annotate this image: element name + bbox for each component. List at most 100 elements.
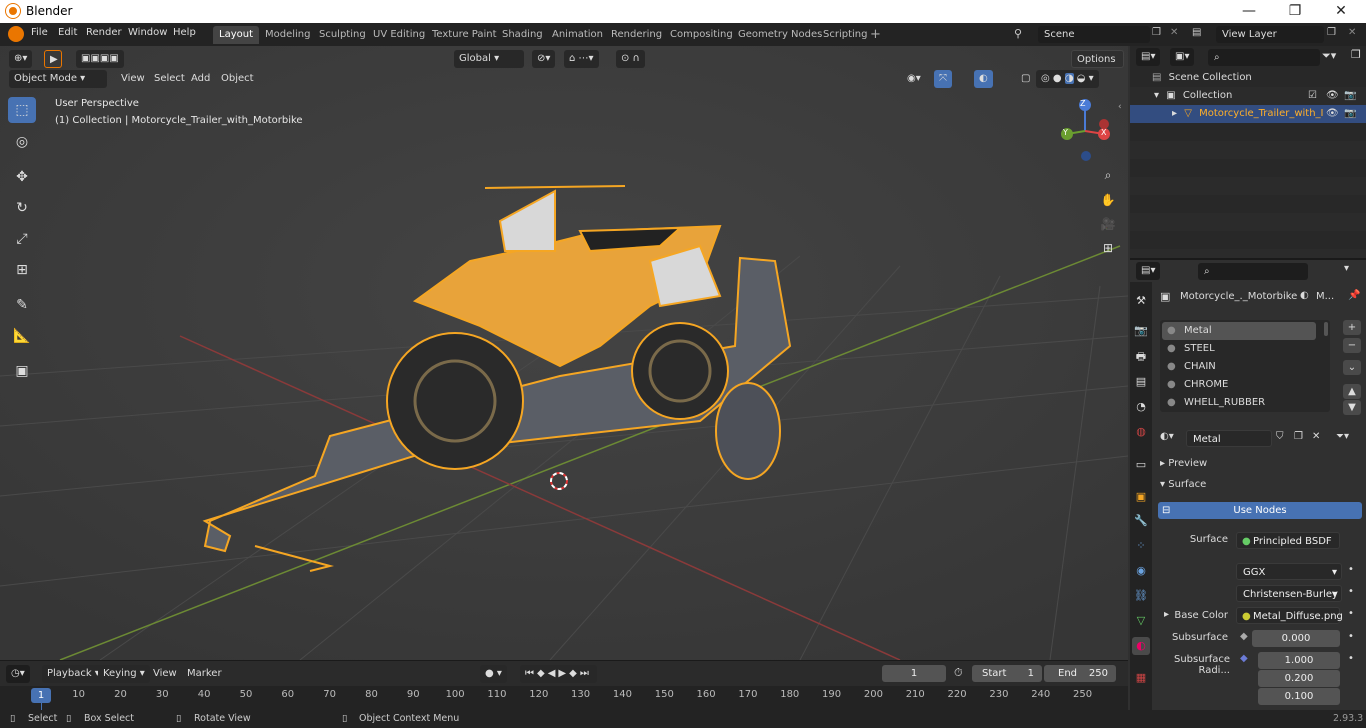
physics-tab-icon[interactable]: ◉ — [1132, 562, 1150, 580]
subsurface-radius-y[interactable]: 0.200 — [1258, 670, 1340, 687]
play-icon[interactable]: ▶ — [558, 668, 569, 679]
pin-icon[interactable]: 📌 — [1348, 290, 1360, 301]
new-collection-icon[interactable]: ❐ — [1351, 48, 1361, 61]
viewport-menu-object[interactable]: Object — [216, 70, 259, 88]
start-frame-field[interactable]: Start 1 — [972, 665, 1042, 682]
texture-tab-icon[interactable]: ▦ — [1132, 669, 1150, 687]
outliner-object-row[interactable]: ▸ ▽ Motorcycle_Trailer_with_I 👁 📷 — [1130, 105, 1366, 123]
end-frame-field[interactable]: End 250 — [1044, 665, 1116, 682]
collection-expand-icon[interactable]: ▾ — [1154, 90, 1159, 101]
add-cube-tool-icon[interactable]: ▣ — [8, 358, 36, 384]
pan-icon[interactable]: ✋ — [1097, 189, 1119, 211]
tab-uv-editing[interactable]: UV Editing — [367, 26, 431, 44]
material-name-field[interactable]: Metal — [1186, 430, 1272, 447]
playback-menu[interactable]: Playback ▾ — [42, 665, 105, 683]
outliner-search-input[interactable]: ⌕ — [1208, 49, 1320, 66]
properties-editor-type-icon[interactable]: ▤▾ — [1136, 262, 1161, 280]
add-slot-icon[interactable]: + — [1343, 320, 1361, 335]
tab-scripting[interactable]: Scripting — [817, 26, 873, 44]
collection-tab-icon[interactable]: ▭ — [1132, 456, 1150, 474]
delete-scene-icon[interactable]: ✕ — [1170, 27, 1178, 38]
menu-render[interactable]: Render — [86, 27, 122, 38]
menu-help[interactable]: Help — [173, 27, 196, 38]
viewport-menu-add[interactable]: Add — [186, 70, 215, 88]
selection-mode-icons[interactable]: ▣▣▣▣ — [76, 50, 124, 68]
tab-modeling[interactable]: Modeling — [259, 26, 317, 44]
object-tab-icon[interactable]: ▣ — [1132, 488, 1150, 506]
base-color-expand-icon[interactable]: ▸ — [1164, 609, 1169, 620]
play-reverse-icon[interactable]: ◀ — [548, 668, 559, 679]
view-object-types-icon[interactable]: ◉▾ — [902, 70, 926, 88]
wireframe-shading-icon[interactable]: ◎ — [1041, 73, 1050, 84]
marker-menu[interactable]: Marker — [182, 665, 227, 683]
subsurface-value-field[interactable]: 0.000 — [1252, 630, 1340, 647]
rendered-shading-icon[interactable]: ◒ — [1077, 73, 1086, 84]
object-data-tab-icon[interactable]: ▽ — [1132, 612, 1150, 630]
add-workspace-icon[interactable]: + — [870, 27, 881, 42]
snap-icon[interactable]: ⌂ ⋯▾ — [564, 50, 599, 68]
rotate-tool-icon[interactable]: ↻ — [8, 195, 36, 221]
world-tab-icon[interactable]: ◍ — [1132, 423, 1150, 441]
outliner-collection-row[interactable]: ▾ ▣ Collection ☑ 👁 📷 — [1130, 87, 1366, 105]
fake-user-icon[interactable]: ⛉ — [1276, 431, 1284, 442]
material-slot-item[interactable]: ● Metal — [1162, 322, 1316, 340]
object-mode-select[interactable]: Object Mode ▾ — [9, 70, 107, 88]
camera-view-icon[interactable]: 🎥 — [1097, 213, 1119, 235]
subsurface-method-select[interactable]: Christensen-Burley ▾ — [1236, 585, 1342, 602]
3d-viewport[interactable]: ⊕▾ ▶ ▣▣▣▣ Global ▾ ⊘▾ ⌂ ⋯▾ ⊙ ∩ Options ▾… — [0, 46, 1128, 660]
filter-icon[interactable]: ⏷▾ — [1322, 49, 1336, 63]
delete-view-layer-icon[interactable]: ✕ — [1348, 27, 1356, 38]
timeline-editor-type-icon[interactable]: ◷▾ — [6, 665, 30, 683]
constraints-tab-icon[interactable]: ⛓ — [1132, 587, 1150, 605]
viewport-menu-select[interactable]: Select — [149, 70, 190, 88]
pivot-icon[interactable]: ⊘▾ — [532, 50, 556, 68]
timeline-view-menu[interactable]: View — [148, 665, 182, 683]
use-nodes-button[interactable]: ⊟ Use Nodes — [1158, 502, 1362, 519]
slot-specials-icon[interactable]: ⌄ — [1343, 360, 1361, 375]
material-slot-item[interactable]: ● STEEL — [1162, 340, 1316, 358]
new-scene-icon[interactable]: ❐ — [1152, 27, 1161, 38]
material-slot-item[interactable]: ● CHROME — [1162, 376, 1316, 394]
view-layer-icon[interactable]: ▤ — [1192, 27, 1201, 38]
xray-icon[interactable]: ▢ — [1016, 70, 1035, 88]
tool-tab-icon[interactable]: ⚒ — [1132, 292, 1150, 310]
browse-material-icon[interactable]: ◐▾ — [1160, 431, 1174, 442]
preview-panel-header[interactable]: ▸ Preview — [1160, 458, 1207, 469]
overlay-toggle-icon[interactable]: ◐ — [974, 70, 993, 88]
outliner-editor-type-icon[interactable]: ▤▾ — [1136, 48, 1161, 66]
options-button[interactable]: Options ▾ — [1071, 50, 1124, 83]
outliner-scene-collection[interactable]: ▤ Scene Collection — [1130, 69, 1366, 87]
subsurface-radius-x[interactable]: 1.000 — [1258, 652, 1340, 669]
render-tab-icon[interactable]: 📷 — [1132, 322, 1150, 340]
playhead[interactable]: 1 — [31, 688, 51, 703]
surface-panel-header[interactable]: ▾ Surface — [1160, 479, 1206, 490]
tab-compositing[interactable]: Compositing — [664, 26, 739, 44]
unlink-material-icon[interactable]: ✕ — [1312, 431, 1320, 442]
scene-icon[interactable]: ⚲ — [1014, 27, 1022, 40]
scale-tool-icon[interactable]: ⤢ — [8, 226, 36, 252]
jump-end-icon[interactable]: ⏭ — [580, 668, 592, 679]
tab-sculpting[interactable]: Sculpting — [313, 26, 372, 44]
editor-type-icon[interactable]: ⊕▾ — [9, 50, 33, 68]
stopwatch-icon[interactable]: ⏱ — [954, 666, 963, 680]
zoom-icon[interactable]: ⌕ — [1097, 164, 1119, 186]
close-button[interactable]: ✕ — [1318, 0, 1364, 23]
visibility-eye-icon[interactable]: 👁 — [1326, 87, 1339, 105]
move-tool-icon[interactable]: ✥ — [8, 164, 36, 190]
surface-shader-field[interactable]: ● Principled BSDF — [1236, 532, 1340, 549]
tab-texture-paint[interactable]: Texture Paint — [426, 26, 503, 44]
tab-animation[interactable]: Animation — [546, 26, 609, 44]
move-slot-up-icon[interactable]: ▲ — [1343, 384, 1361, 399]
new-view-layer-icon[interactable]: ❐ — [1327, 27, 1336, 38]
output-tab-icon[interactable]: 🖶 — [1132, 348, 1150, 366]
blender-menu-icon[interactable] — [8, 26, 24, 42]
transform-tool-icon[interactable]: ⊞ — [8, 257, 36, 283]
properties-search-input[interactable]: ⌕ — [1198, 263, 1308, 280]
object-expand-icon[interactable]: ▸ — [1172, 108, 1177, 119]
material-tab-icon[interactable]: ◐ — [1132, 637, 1150, 655]
base-color-field[interactable]: ● Metal_Diffuse.png — [1236, 607, 1343, 624]
keying-menu[interactable]: Keying ▾ — [98, 665, 150, 683]
menu-edit[interactable]: Edit — [58, 27, 77, 38]
link-type-icon[interactable]: ⏷▾ — [1336, 431, 1349, 442]
material-slots-list[interactable]: ● Metal ● STEEL ● CHAIN ● CHROME ● WHELL_RUBBER — [1160, 320, 1330, 412]
